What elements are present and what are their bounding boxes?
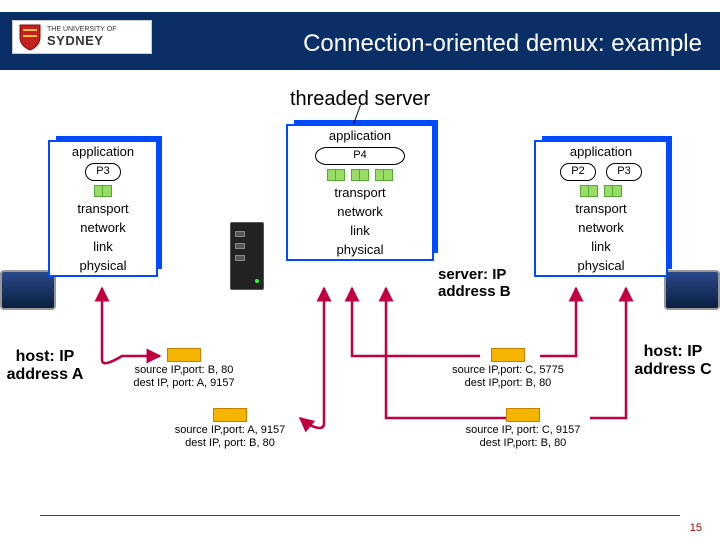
label-physical: physical: [288, 240, 432, 259]
packet-line2: dest IP,port: B, 80: [440, 437, 606, 450]
university-text: THE UNIVERSITY OF SYDNEY: [47, 26, 117, 48]
label-link: link: [288, 221, 432, 240]
proc-p3-c: P3: [606, 163, 642, 181]
label-physical: physical: [536, 256, 666, 275]
label-link: link: [50, 237, 156, 256]
packet-header-icon: [491, 348, 525, 362]
socket-icon: [580, 185, 598, 195]
socket-icon: [327, 169, 345, 179]
packet-header-icon: [506, 408, 540, 422]
packet-line2: dest IP, port: B, 80: [150, 437, 310, 450]
label-application: application: [50, 142, 156, 161]
packet-line1: source IP,port: B, 80: [108, 364, 260, 377]
packet-line2: dest IP,port: B, 80: [428, 377, 588, 390]
label-transport: transport: [288, 183, 432, 202]
packet-header-icon: [213, 408, 247, 422]
label-network: network: [288, 202, 432, 221]
label-network: network: [536, 218, 666, 237]
stack-host-a: application P3 transport network link ph…: [48, 140, 158, 277]
socket-icon: [94, 185, 112, 195]
packet-a-to-b: source IP,port: A, 9157 dest IP, port: B…: [150, 408, 310, 449]
server-b-text: server: IP address B: [438, 266, 511, 300]
page-number: 15: [690, 522, 702, 534]
diagram-canvas: application P3 transport network link ph…: [0, 118, 720, 478]
slide-title: Connection-oriented demux: example: [200, 30, 710, 58]
label-host-a: host: IP address A: [0, 348, 90, 385]
packet-c-to-b-2: source IP, port: C, 9157 dest IP,port: B…: [440, 408, 606, 449]
packet-line1: source IP,port: A, 9157: [150, 424, 310, 437]
socket-icon: [351, 169, 369, 179]
label-network: network: [50, 218, 156, 237]
packet-line1: source IP, port: C, 9157: [440, 424, 606, 437]
monitor-c-icon: [664, 270, 720, 310]
university-logo: THE UNIVERSITY OF SYDNEY: [12, 20, 152, 54]
label-host-c: host: IP address C: [628, 343, 718, 380]
socket-icon: [604, 185, 622, 195]
packet-c-to-b-1: source IP,port: C, 5775 dest IP,port: B,…: [428, 348, 588, 389]
label-application: application: [536, 142, 666, 161]
host-c-text: host: IP address C: [634, 343, 711, 378]
label-link: link: [536, 237, 666, 256]
label-physical: physical: [50, 256, 156, 275]
socket-icon: [375, 169, 393, 179]
stack-server-b: application P4 transport network link ph…: [286, 124, 434, 261]
proc-p4: P4: [315, 147, 405, 165]
stack-host-c: application P2 P3 transport network link…: [534, 140, 668, 277]
label-transport: transport: [536, 199, 666, 218]
footer-rule: [40, 515, 680, 516]
label-application: application: [288, 126, 432, 145]
label-server-b: server: IP address B: [438, 266, 538, 301]
packet-header-icon: [167, 348, 201, 362]
label-transport: transport: [50, 199, 156, 218]
packet-line2: dest IP, port: A, 9157: [108, 377, 260, 390]
uni-name: SYDNEY: [47, 34, 117, 48]
proc-p3-a: P3: [85, 163, 121, 181]
host-a-text: host: IP address A: [7, 348, 84, 383]
proc-p2: P2: [560, 163, 596, 181]
crest-icon: [17, 23, 43, 51]
packet-b-to-a: source IP,port: B, 80 dest IP, port: A, …: [108, 348, 260, 389]
server-icon: [230, 222, 264, 290]
packet-line1: source IP,port: C, 5775: [428, 364, 588, 377]
